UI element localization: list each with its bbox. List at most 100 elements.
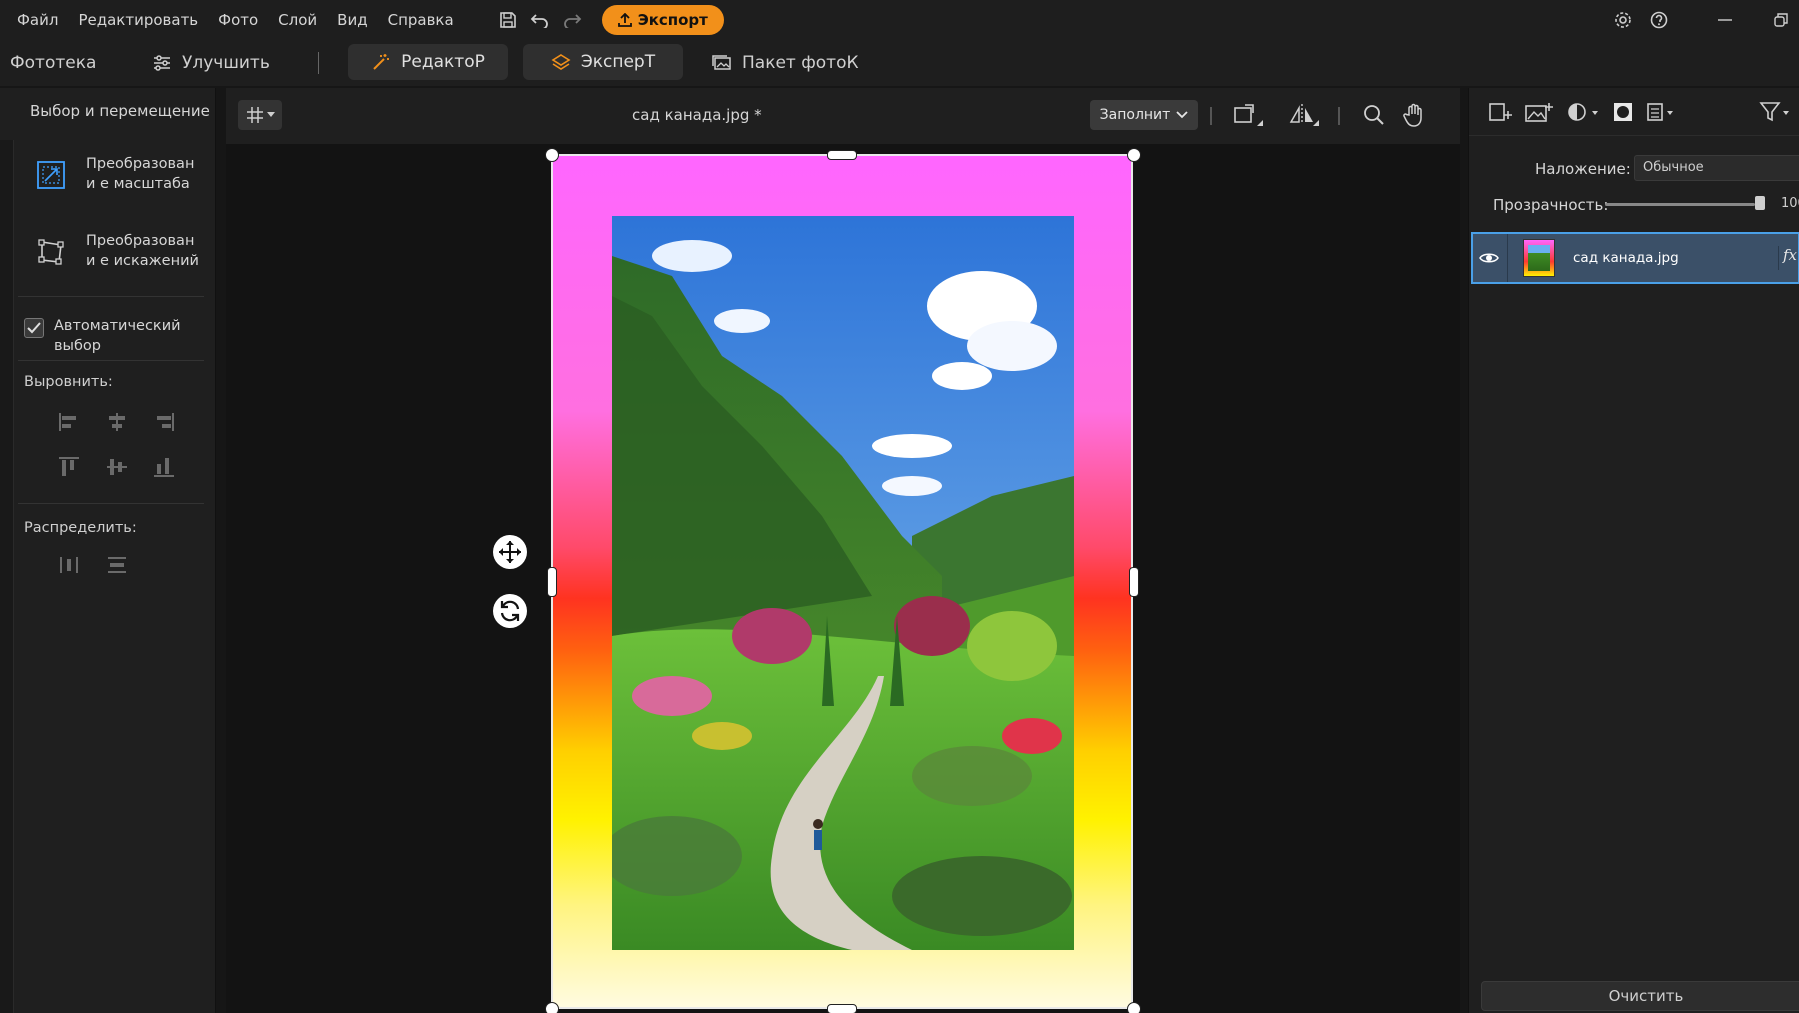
align-top-icon[interactable] xyxy=(55,453,83,481)
align-center-v-icon[interactable] xyxy=(103,453,131,481)
sliders-icon xyxy=(154,55,170,71)
auto-select-label: Автоматический выбор xyxy=(54,318,181,354)
redo-icon[interactable] xyxy=(556,6,588,34)
distribute-label: Распределить: xyxy=(24,520,137,536)
adjustment-layer-icon[interactable] xyxy=(1565,98,1601,126)
tool-distort-transform[interactable]: Преобразовани е искажений xyxy=(30,231,202,273)
menu-bar: Файл Редактировать Фото Слой Вид Справка… xyxy=(0,0,1799,40)
restore-icon[interactable] xyxy=(1763,0,1799,40)
mode-bar: Фототека Улучшить РедактоР ЭксперТ Пакет… xyxy=(0,40,1799,86)
handle-top[interactable] xyxy=(827,150,857,160)
garden-photo xyxy=(612,216,1074,950)
layer-thumbnail xyxy=(1523,239,1555,277)
undo-icon[interactable] xyxy=(524,6,556,34)
grid-icon xyxy=(247,107,263,123)
align-bottom-icon[interactable] xyxy=(150,453,178,481)
handle-right[interactable] xyxy=(1129,567,1139,597)
minimize-icon[interactable] xyxy=(1707,0,1743,40)
main-menu: Файл Редактировать Фото Слой Вид Справка xyxy=(0,11,474,29)
tab-editor[interactable]: РедактоР xyxy=(348,44,508,80)
blend-mode-value: Обычное xyxy=(1643,160,1704,175)
layer-separator xyxy=(1507,234,1508,282)
tool-scale-transform[interactable]: Преобразовани е масштаба xyxy=(30,154,202,196)
opacity-slider-thumb[interactable] xyxy=(1755,196,1765,210)
grid-toggle-button[interactable] xyxy=(238,100,282,130)
tab-enhance[interactable]: Улучшить xyxy=(152,53,270,73)
handle-top-right[interactable] xyxy=(1127,148,1141,162)
chevron-down-icon xyxy=(1176,111,1188,119)
rotate-icon[interactable] xyxy=(1226,100,1270,130)
auto-select-option[interactable]: Автоматический выбор xyxy=(24,316,204,356)
menu-help[interactable]: Справка xyxy=(388,11,454,29)
mode-separator xyxy=(318,52,319,74)
menu-edit[interactable]: Редактировать xyxy=(78,11,198,29)
help-icon[interactable] xyxy=(1641,0,1677,40)
clear-button[interactable]: Очистить xyxy=(1481,981,1799,1011)
document-canvas[interactable] xyxy=(551,154,1133,1009)
flip-icon[interactable] xyxy=(1282,100,1326,130)
opacity-value[interactable]: 100 xyxy=(1781,196,1799,211)
opacity-slider-track[interactable] xyxy=(1605,203,1755,206)
filter-icon[interactable] xyxy=(1757,98,1793,126)
menu-layer[interactable]: Слой xyxy=(278,11,317,29)
save-icon[interactable] xyxy=(492,6,524,34)
clear-label: Очистить xyxy=(1608,987,1684,1005)
fill-label: Заполнит xyxy=(1099,107,1171,123)
align-right-icon[interactable] xyxy=(150,408,178,436)
handle-bottom-right[interactable] xyxy=(1127,1002,1141,1013)
align-label: Выровнить: xyxy=(24,374,113,390)
toolbar-separator xyxy=(1210,107,1212,125)
menu-file[interactable]: Файл xyxy=(17,11,58,29)
tab-expert[interactable]: ЭксперТ xyxy=(523,44,683,80)
tab-editor-label: РедактоР xyxy=(401,52,485,72)
chevron-down-icon xyxy=(267,112,275,117)
layer-fx-icon[interactable]: fx xyxy=(1778,246,1798,270)
blend-mode-select[interactable]: Обычное xyxy=(1634,155,1799,181)
divider xyxy=(18,503,204,504)
menu-view[interactable]: Вид xyxy=(337,11,367,29)
layers-panel: Наложение: Обычное Прозрачность: 100 сад… xyxy=(1468,88,1799,1013)
layer-row[interactable]: сад канада.jpg fx xyxy=(1471,232,1799,284)
scale-transform-icon xyxy=(30,154,72,196)
new-layer-icon[interactable] xyxy=(1483,98,1519,126)
handle-left[interactable] xyxy=(547,567,557,597)
tool-title: Выбор и перемещение xyxy=(30,102,210,120)
tab-package[interactable]: Пакет фотоК xyxy=(712,53,859,73)
tab-package-label: Пакет фотоК xyxy=(742,53,859,73)
tool-options-panel: Выбор и перемещение Преобразовани е масш… xyxy=(0,88,216,1013)
opacity-label: Прозрачность: xyxy=(1493,196,1609,214)
layer-mask-icon[interactable] xyxy=(1605,98,1641,126)
blend-mode-label: Наложение: xyxy=(1535,160,1631,178)
settings-icon[interactable] xyxy=(1605,0,1641,40)
photo-package-icon xyxy=(712,55,731,70)
fill-dropdown[interactable]: Заполнит xyxy=(1090,100,1198,130)
tab-library[interactable]: Фототека xyxy=(10,53,96,73)
export-button[interactable]: Экспорт xyxy=(601,5,724,35)
tool-scale-label: Преобразовани е масштаба xyxy=(86,156,195,192)
canvas-options-bar: сад канада.jpg * Заполнит xyxy=(226,88,1460,144)
tab-enhance-label: Улучшить xyxy=(182,53,270,73)
move-icon[interactable] xyxy=(493,535,527,569)
panel-divider xyxy=(1469,135,1799,136)
handle-bottom[interactable] xyxy=(827,1004,857,1013)
document-title: сад канада.jpg * xyxy=(632,106,762,124)
rotate-canvas-icon[interactable] xyxy=(493,594,527,628)
auto-select-checkbox[interactable] xyxy=(24,318,44,338)
add-image-layer-icon[interactable] xyxy=(1521,98,1557,126)
eye-icon[interactable] xyxy=(1477,246,1501,270)
distribute-vertical-icon[interactable] xyxy=(103,551,131,579)
quick-actions: Экспорт xyxy=(492,5,724,35)
handle-bottom-left[interactable] xyxy=(545,1002,559,1013)
menu-photo[interactable]: Фото xyxy=(218,11,258,29)
magic-wand-icon xyxy=(373,54,390,70)
window-controls xyxy=(1605,0,1799,40)
align-left-icon[interactable] xyxy=(55,408,83,436)
hand-icon[interactable] xyxy=(1392,100,1436,130)
zoom-icon[interactable] xyxy=(1352,100,1396,130)
handle-top-left[interactable] xyxy=(545,148,559,162)
layer-menu-icon[interactable] xyxy=(1643,98,1679,126)
tab-expert-label: ЭксперТ xyxy=(580,52,656,72)
align-center-h-icon[interactable] xyxy=(103,408,131,436)
distribute-horizontal-icon[interactable] xyxy=(55,551,83,579)
layer-name: сад канада.jpg xyxy=(1573,250,1679,266)
